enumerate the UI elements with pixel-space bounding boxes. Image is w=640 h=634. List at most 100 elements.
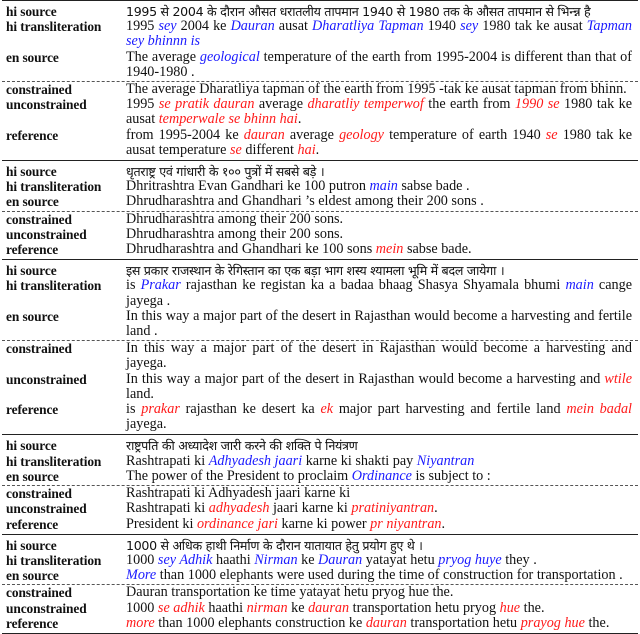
row-unconstrained: unconstrained In this way a major part o… xyxy=(2,370,638,402)
source-highlight-span: Adhyadesh jaari xyxy=(208,452,303,469)
source-highlight-span: main xyxy=(565,277,594,294)
error-highlight-span: dauran xyxy=(365,614,407,631)
text-span: Dhrudharashtra and Ghandhari ke 100 sons xyxy=(126,241,376,258)
value-constrained: In this way a major part of the desert i… xyxy=(126,341,638,372)
error-highlight-span: hai xyxy=(297,141,316,158)
label-hi-source: hi source xyxy=(6,263,57,279)
source-highlight-span: More xyxy=(126,567,157,584)
row-hi-source: hi source 1000 से अधिक हाथी निर्माण के द… xyxy=(2,538,638,553)
label-en-source: en source xyxy=(6,194,59,210)
text-span: karne ki shakti pay xyxy=(302,452,417,469)
error-highlight-span: se pratik dauran xyxy=(158,96,255,113)
label-constrained: constrained xyxy=(6,585,72,601)
value-constrained: Rashtrapati ki Adhyadesh jaari karne ki xyxy=(126,485,638,501)
text-span: In this way a major part of the desert i… xyxy=(126,370,605,387)
text-span: is xyxy=(126,277,141,294)
label-constrained: constrained xyxy=(6,341,72,357)
row-hi-source: hi source धृतराष्ट्र एवं गांधारी के १०० … xyxy=(2,164,638,179)
text-span: राष्ट्रपति की अध्यादेश जारी करने की शक्त… xyxy=(126,438,358,454)
label-unconstrained: unconstrained xyxy=(6,371,87,387)
text-span: the. xyxy=(584,614,610,631)
text-span: haathi xyxy=(212,551,255,568)
example-block-3: hi source इस प्रकार राजस्थान के रेगिस्ता… xyxy=(2,259,638,434)
text-span: The power of the President to proclaim xyxy=(126,467,352,484)
text-span: 1940 xyxy=(423,18,461,35)
row-hi-transliteration: hi transliteration is Prakar rajasthan k… xyxy=(2,277,638,309)
text-span: from 1995-2004 ke xyxy=(126,126,244,143)
source-highlight-span: Dauran xyxy=(230,18,275,35)
error-highlight-span: dauran xyxy=(243,126,285,143)
value-unconstrained: 1995 se pratik dauran average dharatliy … xyxy=(126,96,638,128)
label-hi-transliteration: hi transliteration xyxy=(6,278,102,294)
value-hi-source: इस प्रकार राजस्थान के रेगिस्तान का एक बड… xyxy=(126,263,638,278)
error-highlight-span: prayog hue xyxy=(520,614,585,631)
error-highlight-span: temperwale se bhinn hai xyxy=(158,111,298,128)
text-span: major part harvesting and fertile land xyxy=(333,401,567,418)
text-span: . xyxy=(297,111,302,128)
text-span: the. xyxy=(520,599,545,616)
label-reference: reference xyxy=(6,242,59,258)
text-span: 1995 से 2004 के दौरान औसत धरातलीय तापमान… xyxy=(126,4,591,19)
row-en-source: en source More than 1000 elephants were … xyxy=(2,567,638,584)
row-reference: reference Dhrudharashtra and Ghandhari k… xyxy=(2,241,638,258)
source-highlight-span: Dauran xyxy=(318,551,363,568)
row-hi-transliteration: hi transliteration 1995 sey 2004 ke Daur… xyxy=(2,18,638,50)
value-unconstrained: Rashtrapati ki adhyadesh jaari karne ki … xyxy=(126,501,638,516)
text-span: 2004 ke xyxy=(176,18,231,35)
text-span: Dhrudharashtra among their 200 sons. xyxy=(126,225,344,242)
error-highlight-span: pratiniyantran xyxy=(351,500,435,517)
row-reference: reference from 1995-2004 ke dauran avera… xyxy=(2,126,638,158)
label-constrained: constrained xyxy=(6,211,72,227)
label-hi-transliteration: hi transliteration xyxy=(6,179,102,195)
row-hi-transliteration: hi transliteration 1000 sey Adhik haathi… xyxy=(2,551,638,568)
row-unconstrained: unconstrained Rashtrapati ki adhyadesh j… xyxy=(2,501,638,517)
value-hi-transliteration: is Prakar rajasthan ke registan ka a bad… xyxy=(126,277,638,309)
error-highlight-span: se xyxy=(230,141,242,158)
value-hi-source: 1995 से 2004 के दौरान औसत धरातलीय तापमान… xyxy=(126,4,638,19)
row-en-source: en source Dhrudharashtra and Ghandhari ’… xyxy=(2,194,638,210)
text-span: average xyxy=(284,126,340,143)
text-span: Rashtrapati ki xyxy=(126,452,209,469)
source-highlight-span: Dharatliya Tapman xyxy=(312,18,424,35)
label-hi-source: hi source xyxy=(6,4,57,19)
example-block-5: hi source 1000 से अधिक हाथी निर्माण के द… xyxy=(2,533,638,634)
label-hi-source: hi source xyxy=(6,438,57,454)
text-span: yatayat hetu xyxy=(362,551,439,568)
value-hi-transliteration: Rashtrapati ki Adhyadesh jaari karne ki … xyxy=(126,452,638,469)
source-highlight-span: Prakar xyxy=(140,277,181,294)
value-reference: more than 1000 elephants construction ke… xyxy=(126,614,638,631)
value-hi-source: 1000 से अधिक हाथी निर्माण के दौरान याताय… xyxy=(126,538,638,553)
value-constrained: The average Dharatliya tapman of the ear… xyxy=(126,81,638,97)
source-highlight-span: Niyantran xyxy=(416,452,475,469)
label-en-source: en source xyxy=(6,49,59,65)
value-hi-transliteration: 1995 sey 2004 ke Dauran ausat Dharatliya… xyxy=(126,18,638,50)
label-unconstrained: unconstrained xyxy=(6,97,87,113)
text-span: . xyxy=(441,515,446,532)
value-constrained: Dauran transportation ke time yatayat he… xyxy=(126,585,638,600)
source-highlight-span: sey xyxy=(460,18,479,35)
text-span: 1995 xyxy=(126,96,159,113)
error-highlight-span: dharatliy temperwof xyxy=(307,96,424,113)
text-span: धृतराष्ट्र एवं गांधारी के १०० पुत्रों मे… xyxy=(126,164,325,180)
label-hi-transliteration: hi transliteration xyxy=(6,453,102,469)
label-constrained: constrained xyxy=(6,82,72,98)
text-span: sabse bade . xyxy=(397,178,470,195)
row-constrained: constrained Dhrudharashtra among their 2… xyxy=(2,211,638,227)
label-reference: reference xyxy=(6,127,59,143)
error-highlight-span: adhyadesh xyxy=(208,500,270,517)
text-span: rajasthan ke desert ka xyxy=(179,401,321,418)
source-highlight-span: Ordinance xyxy=(351,467,412,484)
text-span: the earth from xyxy=(423,96,515,113)
row-hi-transliteration: hi transliteration Rashtrapati ki Adhyad… xyxy=(2,452,638,469)
text-span: karne ki power xyxy=(277,515,371,532)
label-hi-source: hi source xyxy=(6,537,57,553)
error-highlight-span: 1990 se xyxy=(514,96,560,113)
row-en-source: en source In this way a major part of th… xyxy=(2,308,638,339)
text-span: than 1000 elephants were used during the… xyxy=(156,567,623,584)
source-highlight-span: pryog huye xyxy=(438,551,502,568)
value-reference: Dhrudharashtra and Ghandhari ke 100 sons… xyxy=(126,241,638,258)
error-highlight-span: se adhik xyxy=(157,599,205,616)
label-unconstrained: unconstrained xyxy=(6,226,87,242)
value-en-source: In this way a major part of the desert i… xyxy=(126,308,638,339)
text-span: 1995 xyxy=(126,18,159,35)
